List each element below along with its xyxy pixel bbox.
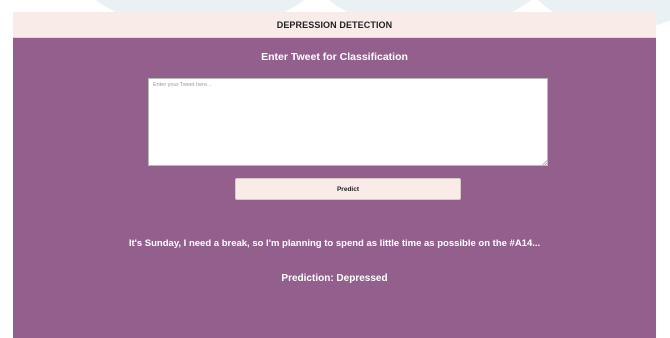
predict-button[interactable]: Predict (235, 178, 461, 200)
prediction-result: Prediction: Depressed (281, 273, 388, 284)
form-title: Enter Tweet for Classification (261, 51, 408, 63)
tweet-input[interactable] (148, 78, 548, 166)
page: DEPRESSION DETECTION Enter Tweet for Cla… (0, 0, 670, 338)
header-bar: DEPRESSION DETECTION (13, 12, 656, 38)
main-panel: Enter Tweet for Classification Predict I… (13, 38, 656, 338)
submitted-tweet-text: It's Sunday, I need a break, so I'm plan… (128, 238, 541, 249)
app-title: DEPRESSION DETECTION (276, 19, 393, 30)
